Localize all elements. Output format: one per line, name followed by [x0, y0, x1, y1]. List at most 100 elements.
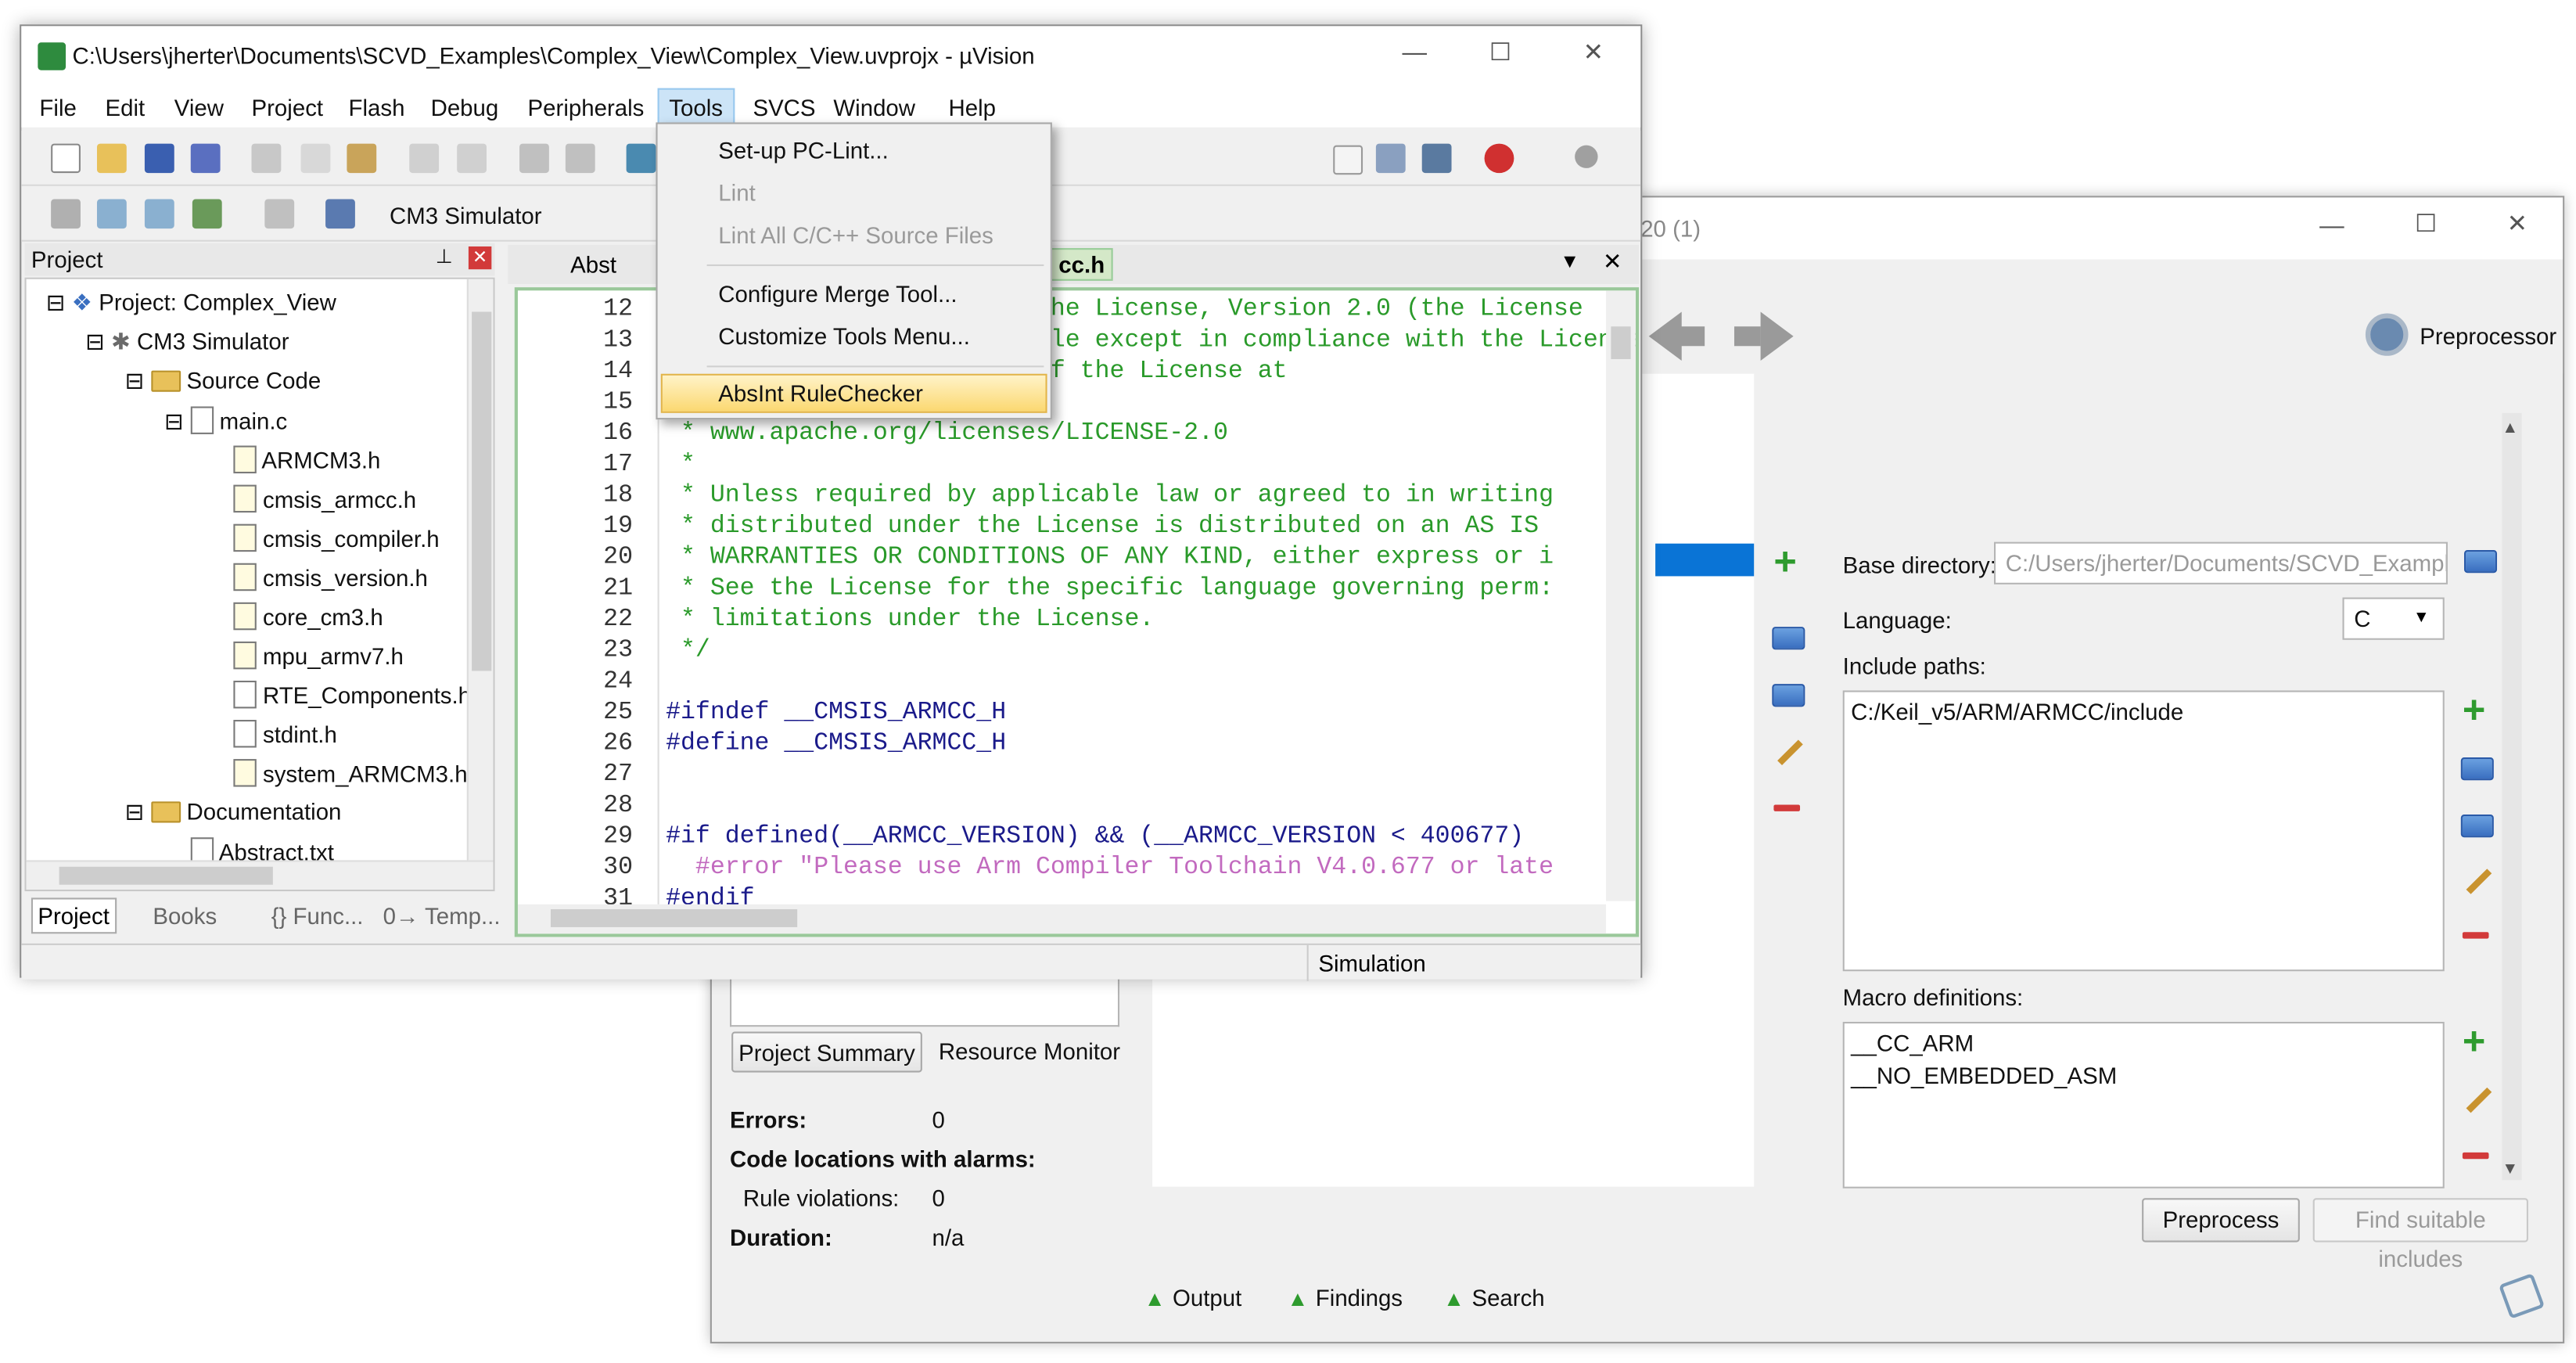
include-add-folder-icon[interactable] [2460, 815, 2494, 838]
tree-item[interactable]: stdint.h [233, 720, 337, 748]
menu-item-merge-tool[interactable]: Configure Merge Tool... [718, 281, 957, 307]
menu-peripherals[interactable]: Peripherals [528, 95, 645, 120]
tree-item[interactable]: ⊟ Documentation [125, 798, 342, 825]
tab-project[interactable]: Project [31, 897, 117, 934]
tree-hscroll[interactable] [26, 860, 494, 890]
gear-icon[interactable] [2365, 313, 2409, 356]
rebuild-icon[interactable] [144, 199, 174, 229]
tree-item[interactable]: ARMCM3.h [233, 445, 380, 473]
include-remove-icon[interactable] [2462, 932, 2489, 939]
tab-resource-monitor[interactable]: Resource Monitor [939, 1038, 1120, 1064]
tab-search[interactable]: ▲ Search [1443, 1285, 1545, 1314]
target-select[interactable]: CM3 Simulator [390, 203, 542, 228]
nav-forward-icon[interactable] [565, 143, 595, 174]
code-line[interactable]: * www.apache.org/licenses/LICENSE-2.0 [666, 419, 1228, 447]
copy-icon[interactable] [300, 143, 331, 174]
selected-row[interactable] [1655, 543, 1755, 577]
include-folder-icon[interactable] [2460, 757, 2494, 781]
chevron-down-icon[interactable]: ▼ [1560, 250, 1579, 272]
maximize-button[interactable]: ☐ [1489, 38, 1511, 67]
add-icon[interactable]: + [1773, 543, 1796, 582]
macro-remove-icon[interactable] [2462, 1152, 2489, 1160]
save-all-icon[interactable] [190, 143, 221, 174]
tree-item[interactable]: cmsis_compiler.h [233, 523, 440, 552]
browse-icon[interactable] [2463, 550, 2498, 574]
add-include-icon[interactable]: + [2463, 692, 2485, 731]
minimize-button[interactable]: — [1402, 39, 1427, 67]
tree-item[interactable]: ⊟ ✱ CM3 Simulator [85, 328, 289, 355]
build-icon[interactable] [96, 199, 127, 229]
menu-item-lint[interactable]: Lint [718, 179, 755, 205]
menu-flash[interactable]: Flash [348, 95, 404, 120]
project-tree[interactable]: ⊟ ❖ Project: Complex_View ⊟ ✱ CM3 Simula… [24, 277, 495, 892]
preprocess-button[interactable]: Preprocess [2142, 1198, 2300, 1243]
tab-books[interactable]: Books [153, 903, 217, 929]
stop-build-icon[interactable] [264, 199, 295, 229]
code-line[interactable]: #ifndef __CMSIS_ARMCC_H [666, 699, 1006, 726]
dropdown-icon[interactable] [1333, 145, 1363, 175]
close-button[interactable]: ✕ [1583, 38, 1604, 67]
macro-item[interactable]: __NO_EMBEDDED_ASM [1851, 1063, 2117, 1088]
language-select[interactable]: C ▼ [2342, 597, 2445, 640]
preprocessor-label[interactable]: Preprocessor [2420, 323, 2556, 349]
nav-back-icon[interactable] [519, 143, 549, 174]
include-path-item[interactable]: C:/Keil_v5/ARM/ARMCC/include [1851, 699, 2183, 725]
tree-vscroll[interactable] [466, 279, 494, 861]
menu-window[interactable]: Window [833, 95, 915, 120]
batch-build-icon[interactable] [192, 199, 222, 229]
include-edit-icon[interactable] [2466, 869, 2492, 894]
macro-edit-icon[interactable] [2466, 1087, 2492, 1113]
menu-item-setup-pclint[interactable]: Set-up PC-Lint... [718, 137, 888, 163]
code-line[interactable]: #define __CMSIS_ARMCC_H [666, 730, 1006, 757]
tree-item[interactable]: RTE_Components.h [233, 680, 471, 709]
tree-item[interactable]: cmsis_version.h [233, 563, 428, 592]
undo-icon[interactable] [409, 143, 440, 174]
save-icon[interactable] [144, 143, 174, 174]
close-panel-icon[interactable]: ✕ [468, 246, 492, 270]
find-in-files-icon[interactable] [1375, 143, 1406, 174]
code-line[interactable]: * Unless required by applicable law or a… [666, 481, 1554, 509]
bookmark-icon[interactable] [626, 143, 656, 174]
code-line[interactable]: * WARRANTIES OR CONDITIONS OF ANY KIND, … [666, 544, 1554, 571]
scrollbar[interactable]: ▲ ▼ [2502, 412, 2522, 1181]
tree-item[interactable]: ⊟ ❖ Project: Complex_View [46, 289, 336, 316]
folder-icon[interactable] [1772, 627, 1805, 650]
code-line[interactable]: */ [666, 637, 710, 664]
code-line[interactable]: #error "Please use Arm Compiler Toolchai… [666, 854, 1554, 881]
menu-item-customize-tools[interactable]: Customize Tools Menu... [718, 323, 970, 349]
tools-icon[interactable] [1421, 143, 1452, 174]
code-line[interactable]: * [666, 451, 695, 478]
menu-project[interactable]: Project [252, 95, 324, 120]
close-tab-icon[interactable]: ✕ [1603, 248, 1622, 275]
base-directory-field[interactable]: C:/Users/jherter/Documents/SCVD_Examples… [1993, 541, 2448, 584]
close-button[interactable]: ✕ [2507, 209, 2527, 238]
redo-icon[interactable] [457, 143, 487, 174]
menu-edit[interactable]: Edit [105, 95, 145, 120]
tree-item[interactable]: system_ARMCM3.h [233, 759, 468, 787]
tab-project-summary[interactable]: Project Summary [731, 1031, 922, 1073]
tab-cmsis-armcc[interactable]: cc.h [1050, 248, 1113, 281]
menu-file[interactable]: File [39, 95, 76, 120]
cut-icon[interactable] [251, 143, 282, 174]
menu-svcs[interactable]: SVCS [753, 95, 815, 120]
pin-icon[interactable]: ⊥ [436, 245, 453, 268]
tree-item[interactable]: cmsis_armcc.h [233, 484, 416, 513]
new-file-icon[interactable] [51, 143, 81, 174]
tab-abstract[interactable]: Abst [570, 251, 616, 277]
debug-icon[interactable] [1484, 143, 1514, 174]
code-line[interactable]: * See the License for the specific langu… [666, 574, 1554, 602]
status-icon[interactable] [2498, 1273, 2545, 1319]
menu-item-absint-rulechecker[interactable]: AbsInt RuleChecker [660, 373, 1047, 413]
find-includes-button[interactable]: Find suitable includes [2312, 1198, 2528, 1271]
tab-output[interactable]: ▲ Output [1144, 1285, 1242, 1314]
breakpoint-icon[interactable] [1575, 145, 1598, 168]
code-line[interactable]: #if defined(__ARMCC_VERSION) && (__ARMCC… [666, 822, 1524, 850]
edit-icon[interactable] [1777, 739, 1803, 765]
tree-item[interactable]: ⊟ Source Code [125, 367, 322, 394]
maximize-button[interactable]: ☐ [2415, 209, 2437, 238]
macro-item[interactable]: __CC_ARM [1851, 1030, 1974, 1056]
menu-help[interactable]: Help [949, 95, 997, 120]
menu-view[interactable]: View [174, 95, 224, 120]
add-macro-icon[interactable]: + [2463, 1023, 2485, 1062]
menu-item-lint-all[interactable]: Lint All C/C++ Source Files [718, 222, 993, 248]
